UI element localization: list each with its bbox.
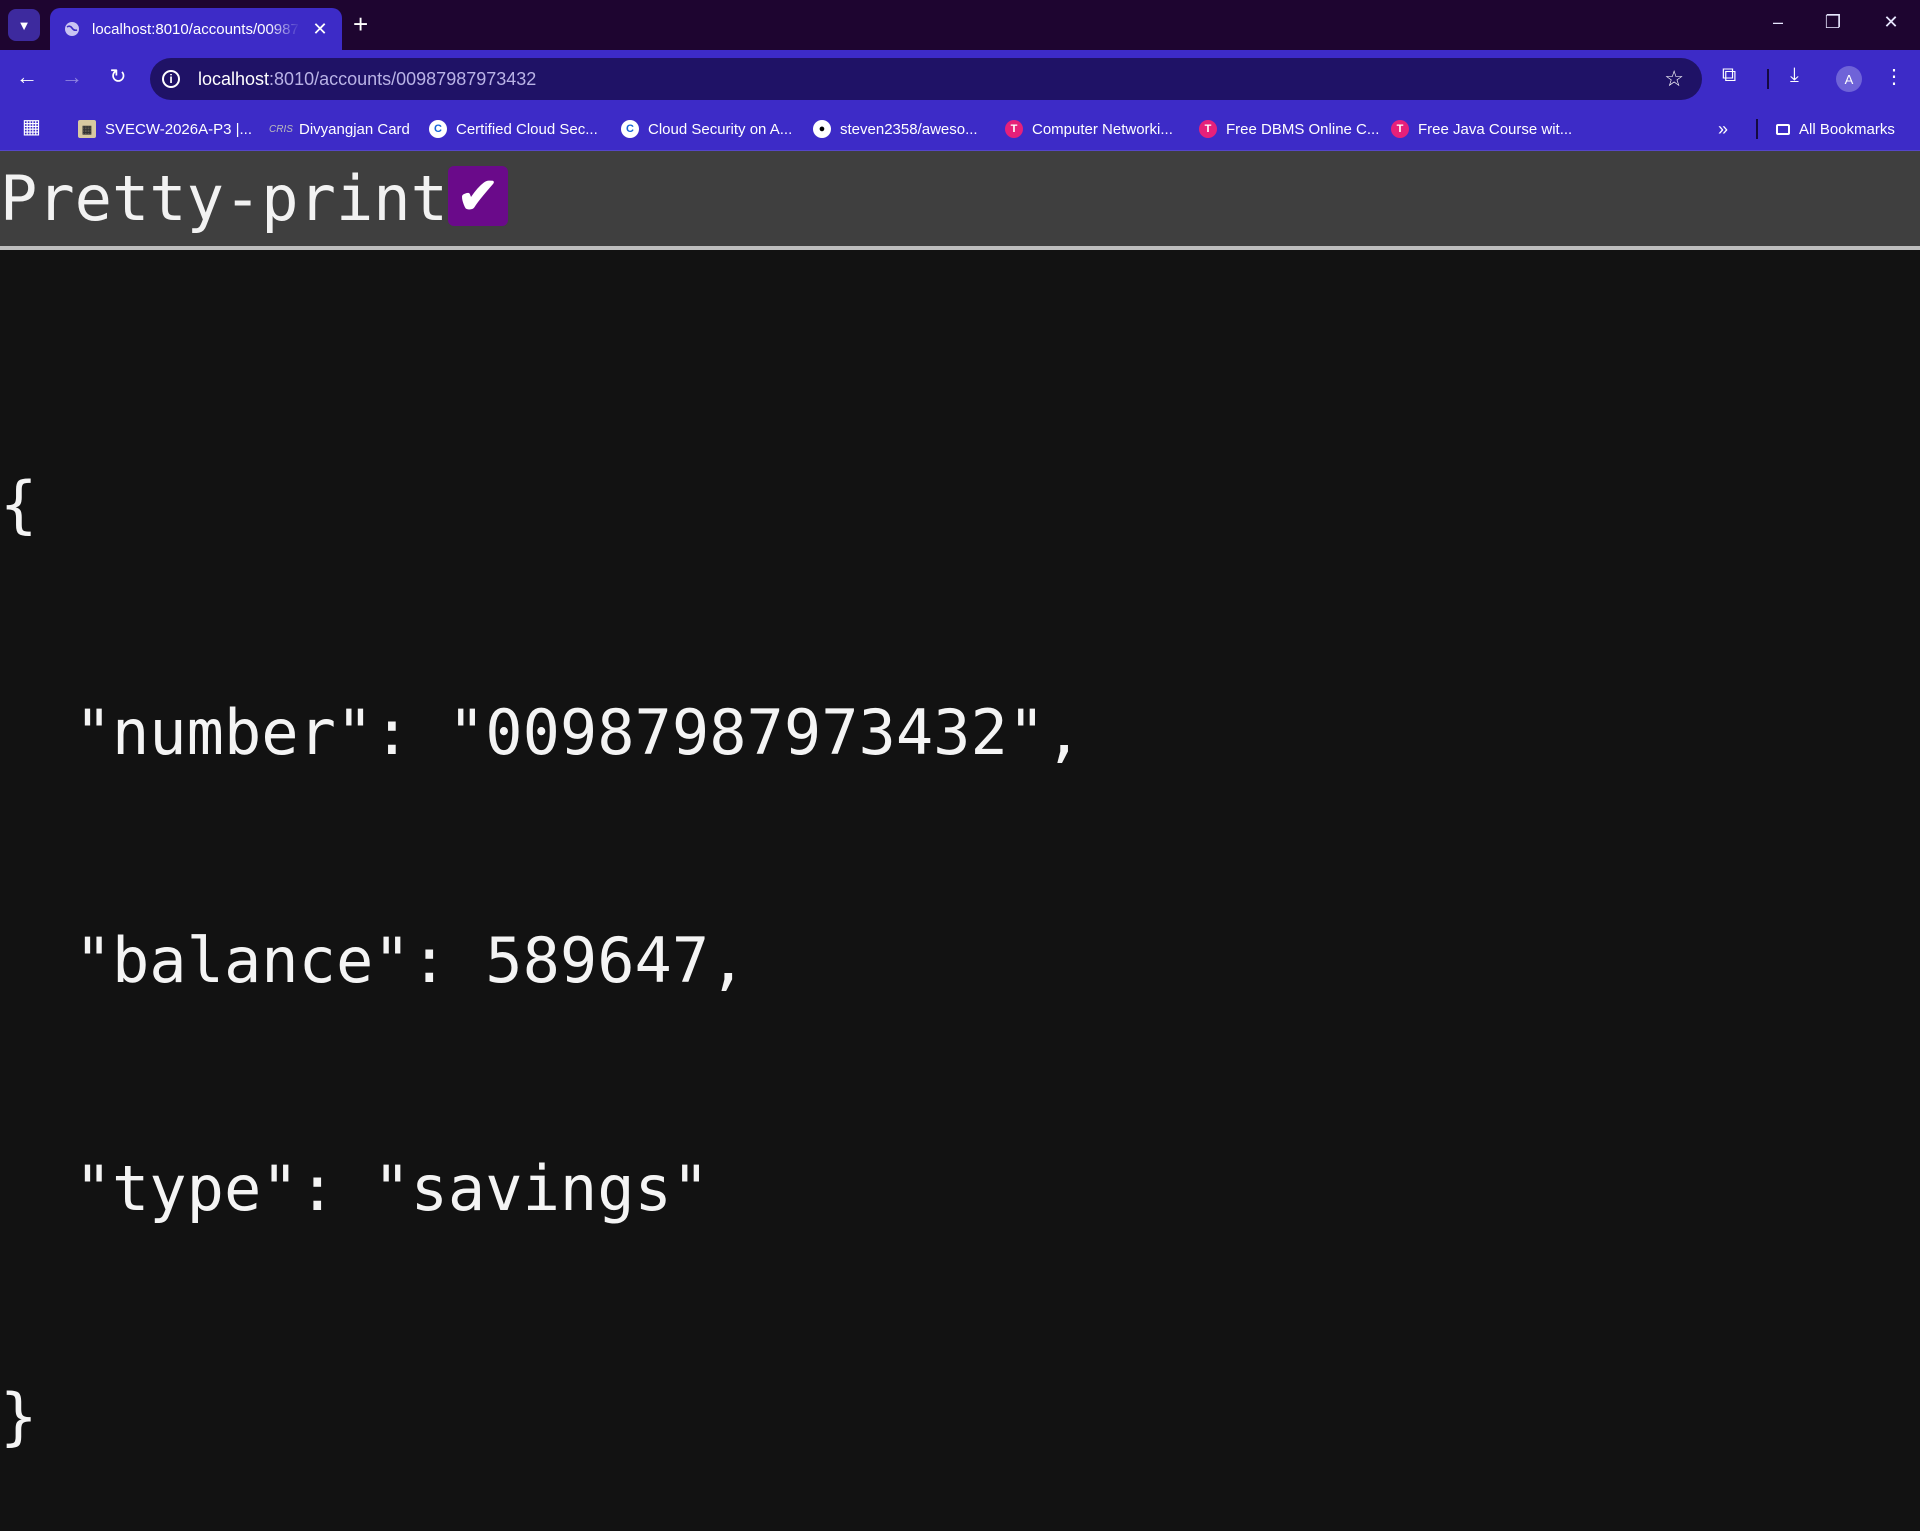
bookmark-item[interactable]: CRIS Divyangjan Card [269, 116, 410, 142]
check-icon: ✔ [457, 168, 499, 224]
t-icon: T [1005, 120, 1023, 138]
json-line: "number": "00987987973432", [0, 696, 1083, 769]
t-icon: T [1199, 120, 1217, 138]
url-text[interactable]: localhost:8010/accounts/00987987973432 [198, 69, 536, 90]
bookmark-item[interactable]: ▦ SVECW-2026A-P3 |... [78, 116, 252, 142]
bookmark-item[interactable]: C Cloud Security on A... [621, 116, 792, 142]
bookmark-item[interactable]: T Free Java Course wit... [1391, 116, 1572, 142]
c-icon: C [621, 120, 639, 138]
bookmark-item[interactable]: ● steven2358/aweso... [813, 116, 978, 142]
json-line: } [0, 1380, 38, 1453]
avatar[interactable]: A [1836, 66, 1862, 92]
close-window-button[interactable]: ✕ [1876, 12, 1906, 33]
minimize-button[interactable]: – [1763, 12, 1793, 33]
back-button[interactable]: ← [13, 64, 41, 90]
json-viewer: { "number": "00987987973432", "balance":… [0, 315, 1083, 1531]
bookmark-star-icon[interactable]: ☆ [1664, 66, 1684, 92]
restore-button[interactable]: ❐ [1818, 12, 1848, 33]
reload-button[interactable]: ↻ [104, 64, 132, 89]
pretty-print-bar: Pretty-print ✔ [0, 151, 1920, 250]
browser-toolbar: ← → ↻ i localhost:8010/accounts/00987987… [0, 50, 1920, 108]
extensions-icon[interactable]: ⧉ [1722, 64, 1736, 87]
pretty-print-checkbox[interactable]: ✔ [448, 166, 508, 226]
globe-icon [65, 22, 79, 36]
json-line: "type": "savings" [0, 1152, 710, 1225]
bookmark-item[interactable]: C Certified Cloud Sec... [429, 116, 598, 142]
tab-title: localhost:8010/accounts/00987987973432 [92, 20, 300, 38]
tab-search-button[interactable]: ▼ [8, 9, 40, 41]
tab-close-icon[interactable]: ✕ [310, 19, 330, 40]
folder-icon [1776, 123, 1790, 135]
address-bar[interactable]: i localhost:8010/accounts/00987987973432… [150, 58, 1702, 100]
bookmark-item[interactable]: T Free DBMS Online C... [1199, 116, 1379, 142]
json-line: "balance": 589647, [0, 924, 747, 997]
tab-strip: ▼ localhost:8010/accounts/00987987973432… [0, 0, 1920, 50]
github-icon: ● [813, 120, 831, 138]
forward-button[interactable]: → [58, 64, 86, 90]
new-tab-button[interactable]: + [353, 10, 368, 38]
t-icon: T [1391, 120, 1409, 138]
toolbar-separator [1767, 69, 1769, 89]
apps-grid-icon[interactable]: ▦ [22, 114, 41, 139]
download-icon[interactable]: ⤓ [1790, 64, 1799, 87]
menu-icon[interactable]: ⋮ [1884, 64, 1904, 89]
site-icon: ▦ [78, 120, 96, 138]
site-info-icon[interactable]: i [162, 70, 180, 88]
more-bookmarks-icon[interactable]: » [1718, 116, 1728, 142]
json-line: { [0, 468, 38, 541]
cris-icon: CRIS [269, 123, 293, 135]
chevron-down-icon: ▼ [17, 17, 31, 33]
bookmarks-separator [1756, 119, 1758, 139]
all-bookmarks-button[interactable]: All Bookmarks [1776, 116, 1895, 142]
bookmarks-bar: ▦ SVECW-2026A-P3 |... CRIS Divyangjan Ca… [0, 108, 1920, 151]
tab-active[interactable]: localhost:8010/accounts/00987987973432 ✕ [50, 8, 342, 50]
pretty-print-label: Pretty-print [0, 162, 448, 235]
bookmark-item[interactable]: T Computer Networki... [1005, 116, 1173, 142]
c-icon: C [429, 120, 447, 138]
